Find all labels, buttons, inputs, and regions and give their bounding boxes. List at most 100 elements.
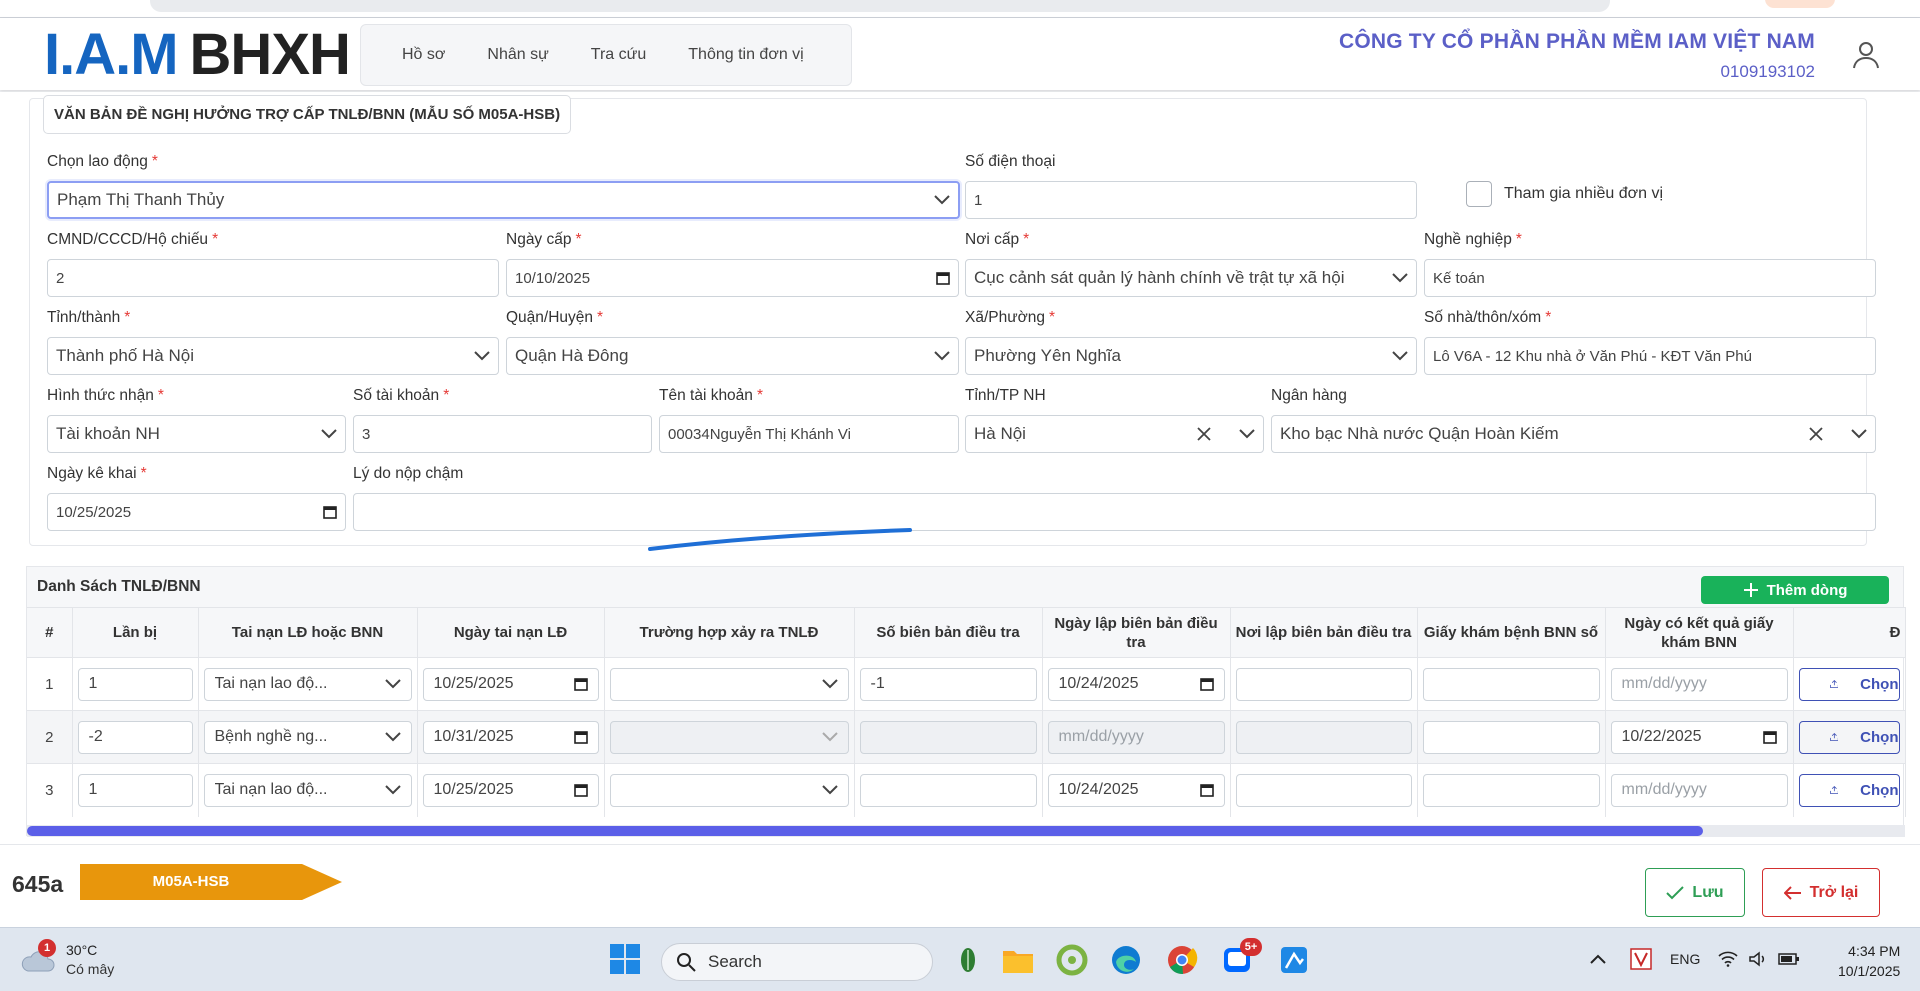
declare-date-label: Ngày kê khai — [47, 465, 137, 482]
logo-bhxh: BHXH — [189, 21, 351, 87]
back-button[interactable]: Trở lại — [1762, 868, 1880, 917]
district-select[interactable]: Quận Hà Đông — [506, 337, 959, 375]
report-date-input[interactable]: 10/24/2025 — [1047, 667, 1225, 701]
account-no-input[interactable]: 3 — [353, 415, 652, 453]
browser-address-bar[interactable] — [150, 0, 1610, 12]
weather-widget[interactable]: 1 30°C Có mây — [20, 938, 114, 977]
user-account-icon[interactable] — [1850, 38, 1882, 70]
result-date-input[interactable]: 10/22/2025 — [1610, 720, 1788, 754]
app-green-icon[interactable] — [1054, 942, 1090, 978]
upload-button[interactable]: Chọn — [1798, 667, 1900, 701]
volume-icon[interactable] — [1748, 951, 1768, 967]
receive-method-select[interactable]: Tài khoản NH — [47, 415, 346, 453]
district-value: Quận Hà Đông — [515, 346, 629, 365]
district-label: Quận/Huyện — [506, 309, 594, 326]
issue-place-select[interactable]: Cục cảnh sát quản lý hành chính về trật … — [965, 259, 1417, 297]
save-button[interactable]: Lưu — [1645, 868, 1745, 917]
id-number-input[interactable]: 2 — [47, 259, 499, 297]
type-select[interactable]: Bệnh nghề ng... — [203, 720, 412, 754]
field-receive-method: Hình thức nhận * Tài khoản NH — [47, 385, 346, 453]
language-indicator[interactable]: ENG — [1670, 951, 1700, 967]
bnn-no-input[interactable] — [1422, 773, 1600, 807]
address-input[interactable]: Lô V6A - 12 Khu nhà ở Văn Phú - KĐT Văn … — [1424, 337, 1876, 375]
app-tray-v-icon[interactable] — [1630, 948, 1652, 970]
report-place-input[interactable] — [1235, 667, 1412, 701]
nav-nhan-su[interactable]: Nhân sự — [466, 46, 569, 64]
nav-thong-tin-don-vi[interactable]: Thông tin đơn vị — [667, 46, 824, 64]
upload-icon — [1829, 732, 1839, 741]
calendar-icon[interactable] — [1762, 730, 1777, 744]
upload-button[interactable]: Chọn — [1798, 720, 1900, 754]
battery-icon[interactable] — [1778, 952, 1800, 966]
employee-select[interactable]: Phạm Thị Thanh Thủy — [47, 181, 960, 219]
result-date-input[interactable]: mm/dd/yyyy — [1610, 667, 1788, 701]
times-input[interactable]: 1 — [77, 773, 193, 807]
times-input[interactable]: 1 — [77, 667, 193, 701]
taskbar-search[interactable]: Search — [661, 943, 933, 981]
nav-ho-so[interactable]: Hồ sơ — [381, 46, 466, 64]
report-place-input[interactable] — [1235, 773, 1412, 807]
chevron-down-icon — [934, 195, 950, 205]
paint-app-icon[interactable] — [1276, 942, 1312, 978]
bank-select[interactable]: Kho bạc Nhà nước Quận Hoàn Kiếm — [1271, 415, 1876, 453]
field-address: Số nhà/thôn/xóm * Lô V6A - 12 Khu nhà ở V… — [1424, 307, 1876, 375]
report-no-input[interactable] — [859, 773, 1037, 807]
app-leaf-icon[interactable] — [950, 942, 986, 978]
edge-browser-icon[interactable] — [1108, 942, 1144, 978]
calendar-icon[interactable] — [1199, 677, 1214, 691]
occupation-input[interactable]: Kế toán — [1424, 259, 1876, 297]
clear-icon[interactable] — [1809, 427, 1823, 441]
type-select[interactable]: Tai nạn lao độ... — [203, 667, 412, 701]
system-clock[interactable]: 4:34 PM 10/1/2025 — [1838, 941, 1900, 981]
report-no-input[interactable]: -1 — [859, 667, 1037, 701]
app-logo[interactable]: I.A.M BHXH — [44, 22, 351, 87]
browser-profile-pill[interactable] — [1765, 0, 1835, 8]
calendar-icon[interactable] — [323, 505, 337, 519]
province-select[interactable]: Thành phố Hà Nội — [47, 337, 499, 375]
declare-date-input[interactable]: 10/25/2025 — [47, 493, 346, 531]
case-select — [609, 720, 849, 754]
case-select[interactable] — [609, 667, 849, 701]
table-horizontal-scrollbar[interactable] — [27, 825, 1905, 837]
calendar-icon[interactable] — [573, 730, 588, 744]
calendar-icon[interactable] — [573, 783, 588, 798]
bank-province-select[interactable]: Hà Nội — [965, 415, 1264, 453]
upload-icon — [1829, 679, 1839, 688]
field-employee: Chọn lao động * Phạm Thị Thanh Thủy — [47, 151, 960, 219]
result-date-input[interactable]: mm/dd/yyyy — [1610, 773, 1788, 807]
issue-date-input[interactable]: 10/10/2025 — [506, 259, 959, 297]
accident-date-input[interactable]: 10/25/2025 — [422, 773, 599, 807]
type-select[interactable]: Tai nạn lao độ... — [203, 773, 412, 807]
calendar-icon[interactable] — [573, 677, 588, 691]
phone-value: 1 — [974, 191, 983, 209]
bank-province-label: Tỉnh/TP NH — [965, 387, 1046, 404]
bnn-no-input[interactable] — [1422, 720, 1600, 754]
calendar-icon[interactable] — [936, 271, 950, 285]
taskbar-search-placeholder: Search — [708, 952, 762, 971]
multi-unit-checkbox[interactable] — [1466, 181, 1492, 207]
case-select[interactable] — [609, 773, 849, 807]
file-explorer-icon[interactable] — [1000, 942, 1036, 978]
ward-select[interactable]: Phường Yên Nghĩa — [965, 337, 1417, 375]
windows-start-icon[interactable] — [609, 943, 641, 975]
add-row-button[interactable]: Thêm dòng — [1701, 576, 1889, 604]
account-name-input[interactable]: 00034Nguyễn Thị Khánh Vi — [659, 415, 959, 453]
wifi-icon[interactable] — [1718, 951, 1738, 967]
phone-input[interactable]: 1 — [965, 181, 1417, 219]
accident-date-input[interactable]: 10/31/2025 — [422, 720, 599, 754]
calendar-icon[interactable] — [1199, 783, 1214, 798]
upload-button[interactable]: Chọn — [1798, 773, 1900, 807]
accident-date-input[interactable]: 10/25/2025 — [422, 667, 599, 701]
late-reason-input[interactable] — [353, 493, 1876, 531]
scrollbar-thumb[interactable] — [27, 826, 1703, 836]
chrome-browser-icon[interactable] — [1164, 942, 1200, 978]
bnn-no-input[interactable] — [1422, 667, 1600, 701]
zalo-icon[interactable]: 5+ — [1220, 938, 1262, 978]
report-date-input[interactable]: 10/24/2025 — [1047, 773, 1225, 807]
clear-icon[interactable] — [1197, 427, 1211, 441]
nav-tra-cuu[interactable]: Tra cứu — [570, 46, 667, 64]
os-taskbar: 1 30°C Có mây Search 5+ ENG 4:34 PM 10/1… — [0, 927, 1920, 991]
times-input[interactable]: -2 — [77, 720, 193, 754]
chevron-up-icon[interactable] — [1590, 954, 1606, 964]
ward-value: Phường Yên Nghĩa — [974, 346, 1121, 365]
